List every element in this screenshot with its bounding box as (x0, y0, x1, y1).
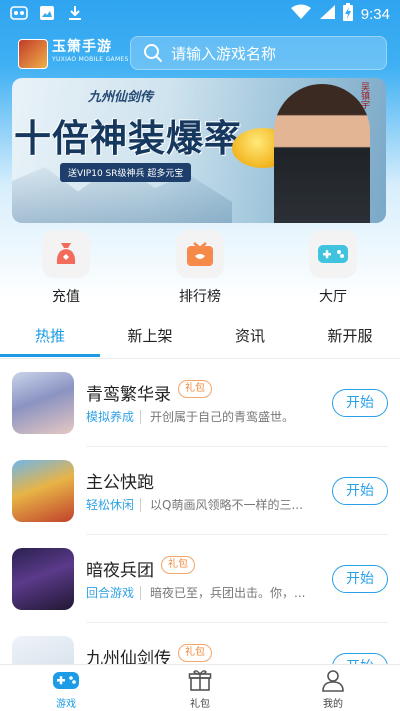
game-description: 以Q萌画风领略不一样的三... (150, 498, 303, 512)
gift-badge: 礼包 (178, 380, 212, 398)
game-name: 主公快跑 (86, 473, 154, 493)
divider (140, 410, 141, 424)
game-name: 暗夜兵团 (86, 561, 154, 581)
user-icon (319, 667, 347, 693)
gamepad-icon (309, 230, 357, 278)
quick-entry-ranking[interactable]: 排行榜 (160, 230, 240, 310)
game-category: 轻松休闲 (86, 498, 135, 512)
nav-label: 礼包 (190, 699, 210, 710)
wifi-icon (290, 4, 311, 24)
tab-new-release[interactable]: 新上架 (100, 315, 200, 357)
quick-entry-label: 充值 (52, 289, 80, 305)
start-button[interactable]: 开始 (332, 389, 388, 417)
game-name: 青鸾繁华录 (86, 385, 171, 405)
row-divider (86, 446, 388, 447)
banner-subtitle: 九州仙剑传 (88, 90, 154, 105)
gamepad-icon (52, 667, 80, 693)
tab-new-server[interactable]: 新开服 (300, 315, 400, 357)
nav-item-profile[interactable]: 我的 (293, 667, 373, 710)
banner-title: 十倍神装爆率 (14, 116, 242, 160)
gift-icon (186, 667, 214, 693)
search-bar[interactable]: 请输入游戏名称 (130, 36, 387, 70)
gift-badge: 礼包 (161, 556, 195, 574)
bottom-navigation: 游戏 礼包 我的 (0, 664, 400, 711)
game-description: 暗夜已至，兵团出击。你，... (150, 586, 306, 600)
start-button[interactable]: 开始 (332, 565, 388, 593)
nav-item-games[interactable]: 游戏 (26, 667, 106, 710)
nav-label: 游戏 (56, 699, 76, 710)
status-bar: 9:34 (0, 0, 400, 28)
wallet-icon (42, 230, 90, 278)
nav-item-gifts[interactable]: 礼包 (160, 667, 240, 710)
app-header: 玉箫手游 YUXIAO MOBILE GAMES 请输入游戏名称 (0, 36, 400, 70)
brand-subtitle: YUXIAO MOBILE GAMES (52, 56, 129, 63)
search-icon (143, 43, 163, 63)
status-time: 9:34 (360, 5, 390, 23)
game-thumbnail (12, 372, 74, 434)
brand-title: 玉箫手游 (52, 39, 112, 55)
row-divider (86, 622, 388, 623)
brand: 玉箫手游 YUXIAO MOBILE GAMES (52, 38, 129, 63)
row-divider (86, 534, 388, 535)
game-thumbnail (12, 460, 74, 522)
celebrity-image (274, 84, 370, 223)
signal-icon (319, 4, 335, 24)
ranking-icon (176, 230, 224, 278)
game-description: 开创属于自己的青鸾盛世。 (150, 410, 295, 424)
list-item[interactable]: 主公快跑 轻松休闲 以Q萌画风领略不一样的三... 开始 (0, 460, 400, 548)
quick-entry-recharge[interactable]: 充值 (26, 230, 106, 310)
start-button[interactable]: 开始 (332, 477, 388, 505)
game-thumbnail (12, 548, 74, 610)
quick-entry-label: 排行榜 (179, 289, 221, 305)
game-category: 回合游戏 (86, 586, 135, 600)
quick-entry-label: 大厅 (319, 289, 347, 305)
image-icon (38, 4, 56, 22)
tab-hot[interactable]: 热推 (0, 315, 100, 357)
battery-charging-icon (342, 3, 353, 25)
search-input[interactable]: 请输入游戏名称 (171, 43, 276, 64)
game-category: 模拟养成 (86, 410, 135, 424)
banner-tag: 送VIP10 SR级神兵 超多元宝 (60, 163, 192, 182)
tab-news[interactable]: 资讯 (200, 315, 300, 357)
divider (140, 586, 141, 600)
nav-label: 我的 (323, 699, 343, 710)
promo-banner[interactable]: 九州仙剑传 十倍神装爆率 送VIP10 SR级神兵 超多元宝 吴镇宇 (12, 78, 386, 223)
banner-signature: 吴镇宇 (359, 82, 369, 109)
list-item[interactable]: 青鸾繁华录 礼包 模拟养成 开创属于自己的青鸾盛世。 开始 (0, 372, 400, 460)
content-tabs: 热推 新上架 资讯 新开服 (0, 315, 400, 359)
list-item[interactable]: 暗夜兵团 礼包 回合游戏 暗夜已至，兵团出击。你，... 开始 (0, 548, 400, 636)
tab-active-indicator (0, 354, 100, 357)
divider (140, 498, 141, 512)
quick-entry-lobby[interactable]: 大厅 (293, 230, 373, 310)
app-notification-icon (10, 4, 28, 22)
app-logo (18, 39, 48, 69)
download-icon (66, 4, 84, 22)
gift-badge: 礼包 (178, 644, 212, 662)
